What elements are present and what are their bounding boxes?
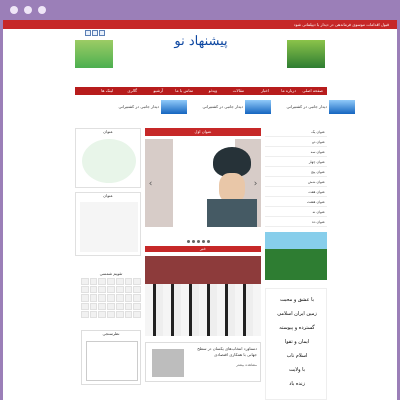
nav-item[interactable]: تماس با ما: [175, 87, 193, 95]
list-item[interactable]: عنوان شش: [265, 178, 327, 187]
slider-dot[interactable]: [197, 240, 200, 243]
site-logo[interactable]: پیشنهاد نو: [161, 34, 241, 66]
promo-image: [80, 202, 138, 252]
slider-prev-button[interactable]: ‹: [147, 179, 154, 189]
news-thumbnail: [161, 100, 187, 114]
promo-image: [82, 139, 136, 183]
news-title[interactable]: دیدار جانبی در کشتیرانی: [202, 104, 243, 109]
poster-line: گسترده و پیوسته: [279, 325, 315, 331]
slider-next-button[interactable]: ›: [252, 179, 259, 189]
list-item[interactable]: عنوان یک: [265, 128, 327, 137]
photo-background: [145, 256, 261, 284]
calendar-widget: تقویم شمسی: [81, 270, 141, 322]
news-item[interactable]: دیدار جانبی در کشتیرانی: [187, 100, 271, 118]
slider-title: عنوان اول: [145, 128, 261, 136]
list-item[interactable]: عنوان نه: [265, 208, 327, 217]
slider-dot[interactable]: [207, 240, 210, 243]
poster-line: با عشق و محبت: [279, 297, 315, 303]
list-item[interactable]: عنوان پنج: [265, 168, 327, 177]
slide-image: [173, 139, 257, 227]
card-subtitle[interactable]: مشاهده بیشتر: [191, 363, 257, 368]
nav-item[interactable]: اخبار: [261, 87, 269, 95]
news-title[interactable]: دیدار جانبی در کشتیرانی: [118, 104, 159, 109]
social-icons: [85, 21, 112, 36]
header-image: [75, 40, 113, 68]
list-item[interactable]: عنوان سه: [265, 148, 327, 157]
photo-crowd: [145, 284, 261, 336]
poster-line: اسلام ناب: [286, 353, 308, 359]
slider-dot[interactable]: [192, 240, 195, 243]
news-card[interactable]: دستاورد انتخاب‌های یکسان در سطح جهانی با…: [145, 342, 261, 382]
calendar-title: تقویم شمسی: [99, 271, 123, 276]
nav-item[interactable]: لینک ها: [101, 87, 113, 95]
poll-title: نظرسنجی: [102, 331, 120, 336]
poster-line: زنده باد: [289, 381, 305, 387]
nav-item[interactable]: ویدئو: [209, 87, 217, 95]
top-bar: قبول اقدامات موسوی فرماندهی در دیدار با …: [3, 20, 397, 36]
poll-widget: نظرسنجی: [81, 330, 141, 385]
poll-box: [86, 341, 138, 381]
main-nav: صفحه اصلی درباره ما اخبار مقالات ویدئو ت…: [75, 87, 327, 95]
image-slider[interactable]: ‹ ›: [145, 139, 261, 227]
featured-title: خبر: [145, 246, 261, 252]
nav-item[interactable]: گالری: [127, 87, 137, 95]
list-item[interactable]: عنوان چهار: [265, 158, 327, 167]
list-item[interactable]: عنوان دو: [265, 138, 327, 147]
slide-subject-body: [207, 199, 257, 227]
page-frame: قبول اقدامات موسوی فرماندهی در دیدار با …: [0, 20, 400, 400]
slider-dot[interactable]: [202, 240, 205, 243]
panel-title: عنوان: [103, 193, 113, 198]
nav-item[interactable]: مقالات: [233, 87, 244, 95]
news-title[interactable]: دیدار جانبی در کشتیرانی: [286, 104, 327, 109]
news-item[interactable]: دیدار جانبی در کشتیرانی: [103, 100, 187, 118]
calendar-grid: [81, 278, 141, 318]
list-item[interactable]: عنوان هشت: [265, 198, 327, 207]
nav-item[interactable]: صفحه اصلی: [302, 87, 323, 95]
landscape-image: [265, 232, 327, 280]
slider-dot[interactable]: [187, 240, 190, 243]
panel-title: عنوان: [103, 129, 113, 134]
list-item[interactable]: عنوان هفت: [265, 188, 327, 197]
site-header: پیشنهاد نو: [75, 30, 325, 85]
browser-title-bar: [0, 0, 400, 20]
nav-item[interactable]: درباره ما: [281, 87, 296, 95]
poster-image: با عشق و محبت زمین ایران اسلامی گسترده و…: [265, 288, 327, 400]
header-image: [287, 40, 325, 68]
slider-pagination: [187, 228, 219, 243]
top-bar-text: قبول اقدامات موسوی فرماندهی در دیدار با …: [293, 22, 389, 27]
left-panel: عنوان: [75, 128, 141, 188]
window-dot[interactable]: [38, 6, 46, 14]
list-item[interactable]: عنوان ده: [265, 218, 327, 227]
window-dot[interactable]: [24, 6, 32, 14]
poster-line: ایمان و تقوا: [284, 339, 310, 345]
news-thumbnail: [245, 100, 271, 114]
left-panel: عنوان: [75, 192, 141, 256]
featured-photo: [145, 256, 261, 336]
card-title[interactable]: دستاورد انتخاب‌های یکسان در سطح جهانی با…: [191, 346, 257, 358]
nav-item[interactable]: آرشیو: [153, 87, 163, 95]
poster-line: با ولایت: [288, 367, 306, 373]
window-dot[interactable]: [10, 6, 18, 14]
poster-line: زمین ایران اسلامی: [277, 311, 317, 317]
news-thumbnail: [329, 100, 355, 114]
card-image: [152, 349, 184, 377]
news-item[interactable]: دیدار جانبی در کشتیرانی: [271, 100, 355, 118]
